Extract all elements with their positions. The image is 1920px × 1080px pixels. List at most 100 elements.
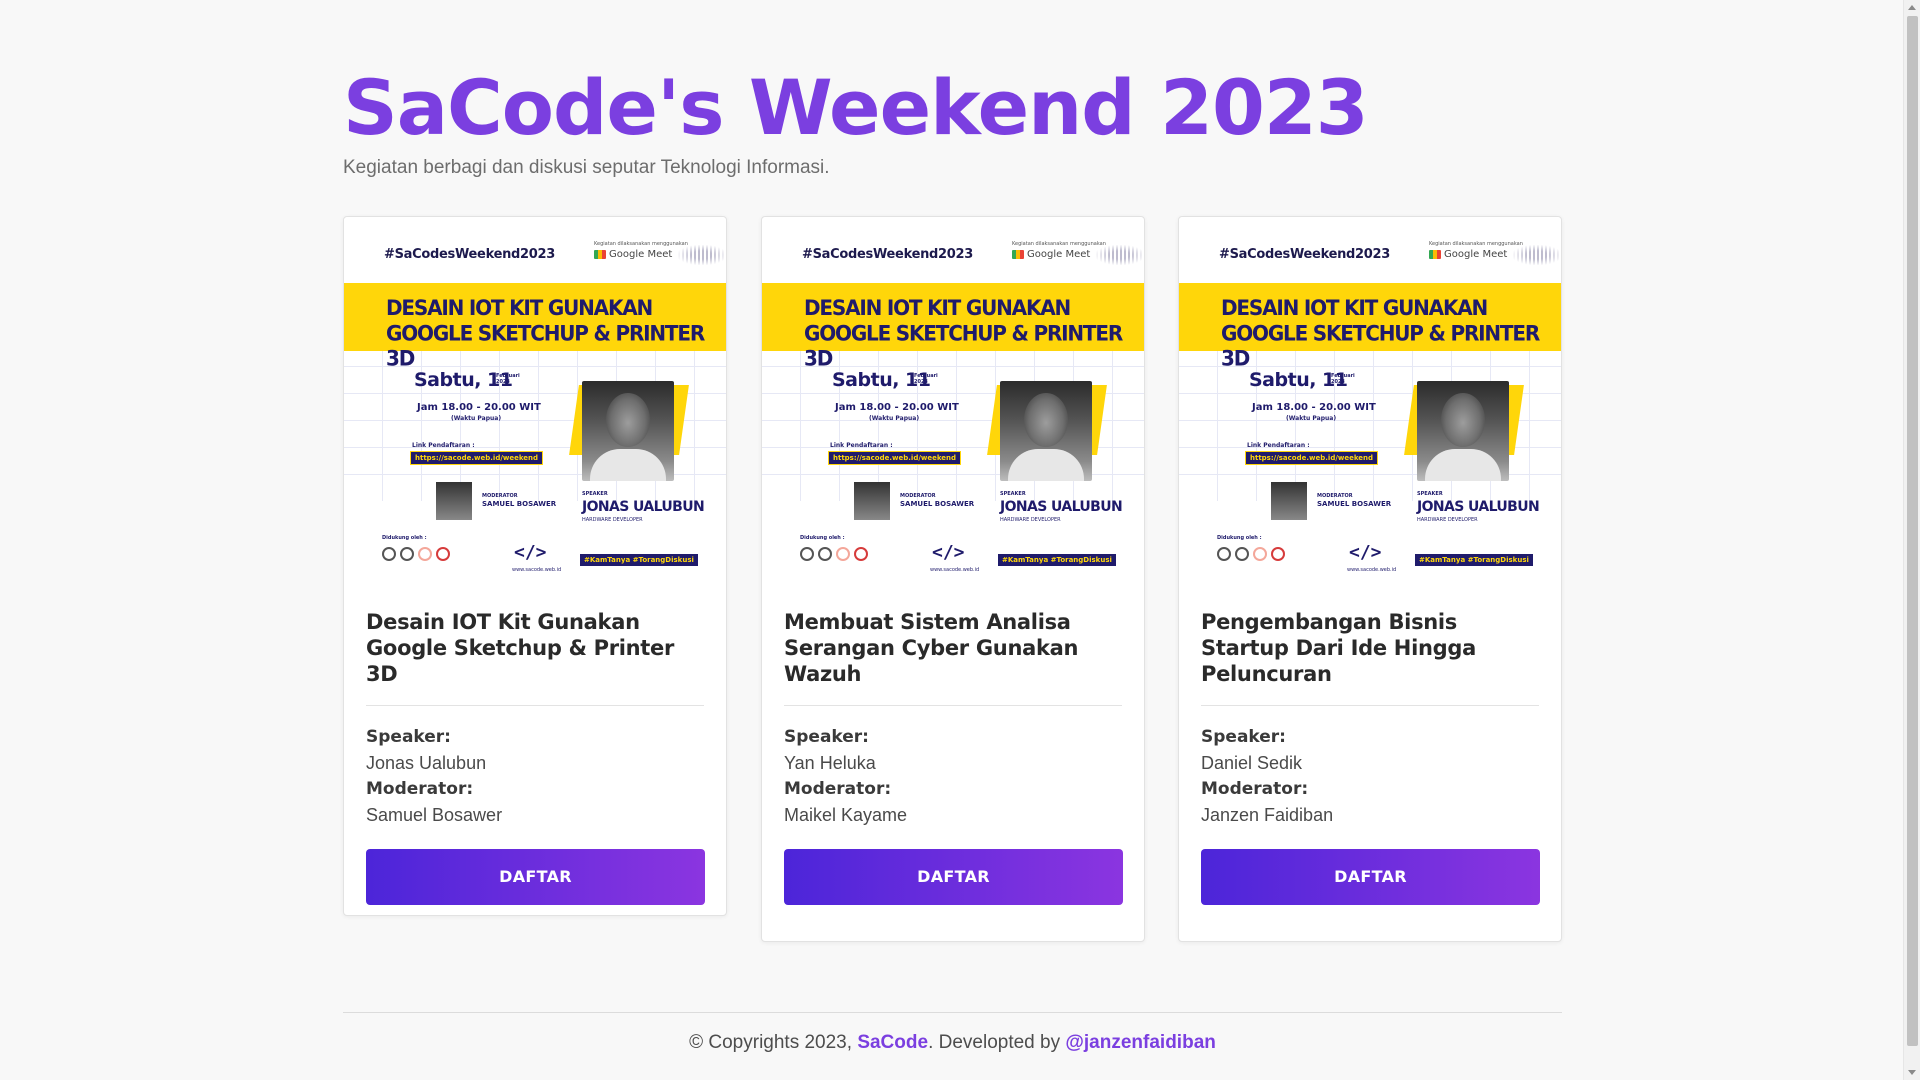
poster-speaker-role: HARDWARE DEVELOPER [1000, 517, 1061, 523]
sponsor-logo-icon [800, 547, 814, 561]
speaker-photo [1000, 381, 1092, 481]
poster-moderator-label: MODERATOR [1317, 493, 1353, 499]
moderator-photo [436, 482, 472, 520]
poster-timezone: (Waktu Papua) [869, 415, 920, 422]
footer-divider [343, 1012, 1562, 1013]
sponsor-logo-icon [436, 547, 450, 561]
vertical-scrollbar[interactable] [1903, 0, 1920, 1080]
card-body: Desain IOT Kit Gunakan Google Sketchup &… [344, 589, 726, 905]
sponsor-logo-icon [818, 547, 832, 561]
poster-speaker-name: JONAS UALUBUN [582, 499, 705, 515]
poster-month-year: Februari 2023 [914, 373, 938, 385]
poster-platform: Google Meet [1429, 249, 1507, 260]
poster-platform-note: Kegiatan dilaksanakan menggunakan [1012, 241, 1106, 247]
google-meet-icon [1429, 250, 1441, 259]
poster-supported-by: Didukung oleh : [1217, 535, 1262, 541]
poster-supported-by: Didukung oleh : [382, 535, 427, 541]
poster-supported-by: Didukung oleh : [800, 535, 845, 541]
poster-site: www.sacode.web.id [512, 567, 562, 573]
poster-month-year: Februari 2023 [496, 373, 520, 385]
poster-platform-label: Google Meet [1027, 249, 1091, 260]
poster-site: www.sacode.web.id [930, 567, 980, 573]
poster-hashtag: #SaCodesWeekend2023 [384, 247, 556, 262]
poster-timezone: (Waktu Papua) [451, 415, 502, 422]
poster-speaker-name: JONAS UALUBUN [1417, 499, 1540, 515]
event-card: #SaCodesWeekend2023 Kegiatan dilaksanaka… [343, 216, 727, 916]
poster-hashtag: #SaCodesWeekend2023 [1219, 247, 1391, 262]
moderator-label: Moderator: [366, 779, 474, 799]
sponsor-logos [1217, 547, 1285, 561]
google-meet-icon [1012, 250, 1024, 259]
poster-platform: Google Meet [594, 249, 672, 260]
moderator-name: Samuel Bosawer [366, 805, 503, 825]
card-title: Desain IOT Kit Gunakan Google Sketchup &… [366, 610, 675, 686]
sound-wave-icon [1096, 245, 1144, 265]
sacode-logo-icon: </> [514, 542, 547, 563]
poster-month-year: Februari 2023 [1331, 373, 1355, 385]
poster-link: https://sacode.web.id/weekend [410, 451, 544, 465]
scrollbar-thumb[interactable] [1907, 16, 1918, 1046]
sponsor-logo-icon [1217, 547, 1231, 561]
footer: © Copyrights 2023, SaCode. Developted by… [0, 1032, 1905, 1054]
sponsor-logo-icon [400, 547, 414, 561]
scroll-up-arrow-icon[interactable] [1908, 5, 1916, 10]
moderator-name: Maikel Kayame [784, 805, 908, 825]
scroll-down-arrow-icon[interactable] [1908, 1070, 1916, 1075]
poster-time: Jam 18.00 - 20.00 WIT [835, 402, 959, 413]
moderator-name: Janzen Faidiban [1201, 805, 1334, 825]
footer-author-link[interactable]: @janzenfaidiban [1065, 1032, 1216, 1053]
poster-link-label: Link Pendaftaran : [830, 442, 893, 449]
poster-moderator-name: SAMUEL BOSAWER [900, 500, 975, 508]
google-meet-icon [594, 250, 606, 259]
poster-year: 2023 [1331, 379, 1345, 385]
event-card: #SaCodesWeekend2023 Kegiatan dilaksanaka… [1178, 216, 1562, 942]
card-divider [784, 705, 1122, 706]
moderator-label: Moderator: [784, 779, 892, 799]
footer-brand-link[interactable]: SaCode [857, 1032, 928, 1053]
page-subtitle: Kegiatan berbagi dan diskusi seputar Tek… [343, 157, 830, 178]
poster-speaker-name: JONAS UALUBUN [1000, 499, 1123, 515]
speaker-label: Speaker: [366, 727, 451, 747]
event-poster-image: #SaCodesWeekend2023 Kegiatan dilaksanaka… [1179, 217, 1561, 589]
poster-moderator-name: SAMUEL BOSAWER [482, 500, 557, 508]
poster-speaker-role: HARDWARE DEVELOPER [1417, 517, 1478, 523]
poster-year: 2023 [914, 379, 928, 385]
sacode-logo-icon: </> [1349, 542, 1382, 563]
register-button[interactable]: DAFTAR [366, 849, 705, 905]
poster-banner-line: DESAIN IOT KIT GUNAKAN [804, 295, 1071, 321]
sponsor-logos [800, 547, 868, 561]
poster-tags: #KamTanya #TorangDiskusi [998, 554, 1116, 566]
card-title: Membuat Sistem Analisa Serangan Cyber Gu… [784, 610, 1079, 686]
poster-speaker-label: SPEAKER [582, 491, 608, 497]
speaker-name: Daniel Sedik [1201, 753, 1303, 773]
poster-tags: #KamTanya #TorangDiskusi [1415, 554, 1533, 566]
card-body: Pengembangan Bisnis Startup Dari Ide Hin… [1179, 589, 1561, 905]
poster-speaker-label: SPEAKER [1417, 491, 1443, 497]
poster-platform: Google Meet [1012, 249, 1090, 260]
footer-copyright: © Copyrights 2023, [689, 1032, 853, 1053]
poster-time: Jam 18.00 - 20.00 WIT [1252, 402, 1376, 413]
sponsor-logo-icon [418, 547, 432, 561]
poster-banner-line: DESAIN IOT KIT GUNAKAN [386, 295, 653, 321]
poster-moderator-name: SAMUEL BOSAWER [1317, 500, 1392, 508]
event-poster-image: #SaCodesWeekend2023 Kegiatan dilaksanaka… [344, 217, 726, 589]
event-poster-image: #SaCodesWeekend2023 Kegiatan dilaksanaka… [762, 217, 1144, 589]
poster-link: https://sacode.web.id/weekend [1245, 451, 1379, 465]
sponsor-logo-icon [854, 547, 868, 561]
poster-time: Jam 18.00 - 20.00 WIT [417, 402, 541, 413]
speaker-name: Yan Heluka [784, 753, 876, 773]
speaker-label: Speaker: [784, 727, 869, 747]
register-button[interactable]: DAFTAR [784, 849, 1123, 905]
poster-platform-note: Kegiatan dilaksanakan menggunakan [1429, 241, 1523, 247]
sponsor-logo-icon [836, 547, 850, 561]
moderator-photo [854, 482, 890, 520]
poster-speaker-label: SPEAKER [1000, 491, 1026, 497]
speaker-photo [1417, 381, 1509, 481]
poster-hashtag: #SaCodesWeekend2023 [802, 247, 974, 262]
register-button[interactable]: DAFTAR [1201, 849, 1540, 905]
poster-site: www.sacode.web.id [1347, 567, 1397, 573]
sacode-logo-icon: </> [932, 542, 965, 563]
sponsor-logo-icon [1271, 547, 1285, 561]
poster-year: 2023 [496, 379, 510, 385]
card-title: Pengembangan Bisnis Startup Dari Ide Hin… [1201, 610, 1476, 686]
